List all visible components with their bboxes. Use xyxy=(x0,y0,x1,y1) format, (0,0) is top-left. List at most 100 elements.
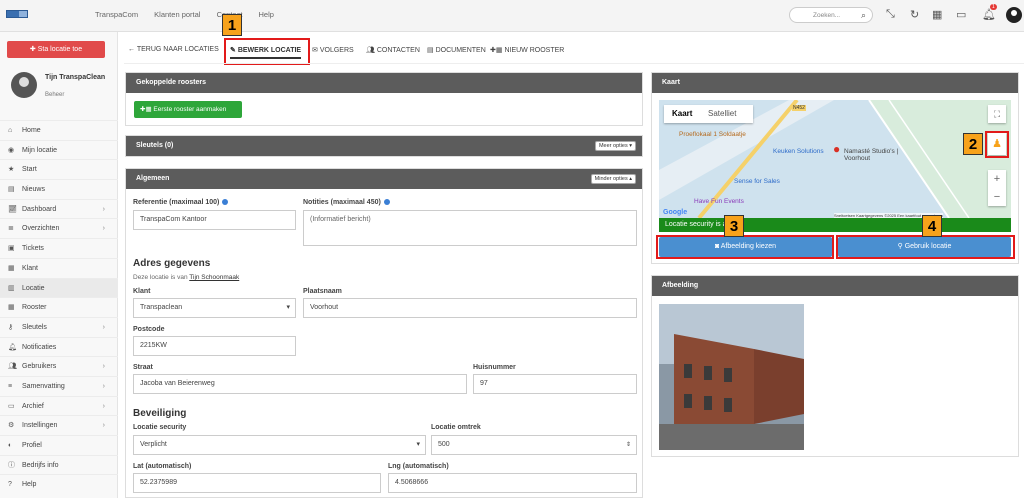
map-type-satellite[interactable]: Satelliet xyxy=(708,109,736,118)
sidebar-item-help[interactable]: ? Help xyxy=(0,474,118,494)
tab-documents[interactable]: ▤ DOCUMENTEN xyxy=(427,46,486,54)
info-icon: ⓘ xyxy=(8,461,15,469)
sidebar-item-label: Locatie xyxy=(22,284,45,292)
sidebar-item-instellingen[interactable]: ⚙ Instellingen › xyxy=(0,415,118,435)
schedules-panel: Gekoppelde roosters ✚▦ Eerste rooster aa… xyxy=(125,72,643,126)
qr-code-icon[interactable]: ▦ xyxy=(932,8,942,21)
sidebar-item-gebruikers[interactable]: 👥︎ Gebruikers › xyxy=(0,356,118,376)
map-label-proeflokaal: Proeflokaal 1 Soldaatje xyxy=(679,131,746,138)
postcode-label: Postcode xyxy=(133,326,165,333)
housenumber-input[interactable]: 97 xyxy=(473,374,637,394)
housenumber-label: Huisnummer xyxy=(473,364,516,371)
sidebar-item-bedrijfs-info[interactable]: ⓘ Bedrijfs info xyxy=(0,454,118,475)
app-logo[interactable] xyxy=(6,10,28,18)
building-icon: ▥ xyxy=(8,284,15,292)
postcode-input[interactable]: 2215KW xyxy=(133,336,296,356)
reference-label-text: Referentie (maximaal 100) xyxy=(133,199,220,206)
ticket-icon: ▣ xyxy=(8,245,15,253)
more-options-label: Meer opties xyxy=(598,143,628,149)
chevron-down-icon: ▾ xyxy=(416,441,420,448)
sidebar-item-samenvatting[interactable]: ≡ Samenvatting › xyxy=(0,375,118,396)
zoom-in-icon[interactable]: + xyxy=(988,170,1006,188)
address-note: Deze locatie is van Tijn Schoonmaak xyxy=(133,274,239,281)
lng-input[interactable]: 4.5068666 xyxy=(388,473,637,493)
create-schedule-label: Eerste rooster aanmaken xyxy=(153,106,227,113)
add-location-button[interactable]: ✚ Sta locatie toe xyxy=(7,41,105,58)
security-value: Verplicht xyxy=(140,441,167,448)
summary-icon: ≡ xyxy=(8,382,13,390)
sidebar-item-notificaties[interactable]: 🔔︎ Notificaties xyxy=(0,336,118,357)
tab-back[interactable]: ← TERUG NAAR LOCATIES xyxy=(128,46,219,53)
calendar-icon: ▦ xyxy=(8,304,15,312)
tab-followers[interactable]: ✉ VOLGERS xyxy=(312,46,354,54)
tab-new-schedule[interactable]: ✚▦ NIEUW ROOSTER xyxy=(490,46,564,54)
map-pin-icon[interactable]: ● xyxy=(833,142,840,156)
sidebar-item-start[interactable]: ★ Start xyxy=(0,159,118,179)
id-card-icon[interactable]: ▭ xyxy=(956,8,966,21)
user-avatar[interactable] xyxy=(1006,7,1022,23)
stepper-arrows-icon[interactable]: ⇕ xyxy=(626,436,631,454)
sidebar-item-locatie[interactable]: ▥ Locatie xyxy=(0,277,118,298)
sidebar-item-label: Help xyxy=(22,481,37,489)
sidebar-item-label: Bedrijfs info xyxy=(22,461,59,469)
avatar xyxy=(11,72,37,98)
client-select[interactable]: Transpaclean ▾ xyxy=(133,298,296,318)
sidebar-item-sleutels[interactable]: ⚷ Sleutels › xyxy=(0,316,118,337)
create-schedule-button[interactable]: ✚▦ Eerste rooster aanmaken xyxy=(134,101,242,118)
sidebar-item-mijn-locatie[interactable]: ◉ Mijn locatie xyxy=(0,139,118,160)
general-header: Algemeen Minder opties ▴ xyxy=(126,169,642,189)
nav-help[interactable]: Help xyxy=(259,10,274,19)
security-label: Locatie security xyxy=(133,424,187,431)
refresh-icon[interactable]: ↻ xyxy=(910,8,919,21)
top-bar: TranspaCom Klanten portal Contact Help Z… xyxy=(0,0,1024,32)
security-select[interactable]: Verplicht ▾ xyxy=(133,435,426,455)
more-options-button[interactable]: Meer opties ▾ xyxy=(594,141,636,151)
compress-icon[interactable]: ⤡ xyxy=(886,8,895,21)
radius-value: 500 xyxy=(438,441,450,448)
tab-contacts[interactable]: 👥︎ CONTACTEN xyxy=(366,46,420,54)
reference-label: Referentie (maximaal 100) xyxy=(133,199,229,206)
sidebar-item-home[interactable]: ⌂ Home xyxy=(0,120,118,140)
city-input[interactable]: Voorhout xyxy=(303,298,637,318)
users-icon: 👥︎ xyxy=(8,363,17,371)
nav-transpacom[interactable]: TranspaCom xyxy=(95,10,138,19)
sidebar-item-nieuws[interactable]: ▤ Nieuws xyxy=(0,179,118,199)
sidebar-item-label: Tickets xyxy=(22,245,44,253)
nav-klanten-portal[interactable]: Klanten portal xyxy=(154,10,200,19)
search-input[interactable]: Zoeken... ⌕ xyxy=(789,7,873,23)
road-shield: N452 xyxy=(792,105,806,111)
sidebar-item-label: Sleutels xyxy=(22,323,47,331)
address-owner-link[interactable]: Tijn Schoonmaak xyxy=(189,274,239,281)
map-label-namaste: Namasté Studio's | Voorhout xyxy=(844,148,899,162)
highlight-choose-image xyxy=(656,235,834,259)
lat-input[interactable]: 52.2375989 xyxy=(133,473,381,493)
plus-icon: ✚▦ xyxy=(140,106,154,113)
sidebar-item-profiel[interactable]: ◐ Profiel xyxy=(0,435,118,455)
highlight-use-location xyxy=(836,235,1015,259)
zoom-out-icon[interactable]: − xyxy=(988,188,1006,206)
callout-4: 4 xyxy=(922,215,942,237)
fullscreen-icon[interactable]: ⛶ xyxy=(988,105,1006,123)
reference-input[interactable]: TranspaCom Kantoor xyxy=(133,210,296,230)
less-options-button[interactable]: Minder opties ▴ xyxy=(590,174,636,184)
radius-stepper[interactable]: 500 ⇕ xyxy=(431,435,637,455)
chevron-right-icon: › xyxy=(102,205,105,213)
tab-contacts-label: CONTACTEN xyxy=(376,47,420,54)
sidebar-item-label: Archief xyxy=(22,402,44,410)
plus-calendar-icon: ✚▦ xyxy=(490,47,503,54)
sidebar-item-label: Notificaties xyxy=(22,343,57,351)
notes-textarea[interactable]: (Informatief bericht) xyxy=(303,210,637,246)
envelope-icon: ✉ xyxy=(312,47,318,54)
highlight-pegman xyxy=(985,131,1009,158)
map-type-map[interactable]: Kaart xyxy=(672,109,692,118)
sidebar-item-klant[interactable]: ▦ Klant xyxy=(0,257,118,278)
sidebar-item-label: Instellingen xyxy=(22,422,58,430)
sidebar-item-archief[interactable]: ▭ Archief › xyxy=(0,395,118,416)
sidebar-item-rooster[interactable]: ▦ Rooster xyxy=(0,297,118,317)
chevron-right-icon: › xyxy=(102,225,105,233)
sidebar-item-dashboard[interactable]: 📈︎ Dashboard › xyxy=(0,198,118,219)
street-input[interactable]: Jacoba van Beierenweg xyxy=(133,374,467,394)
top-nav: TranspaCom Klanten portal Contact Help xyxy=(95,10,288,19)
sidebar-item-tickets[interactable]: ▣ Tickets xyxy=(0,238,118,258)
sidebar-item-overzichten[interactable]: ≣ Overzichten › xyxy=(0,218,118,238)
